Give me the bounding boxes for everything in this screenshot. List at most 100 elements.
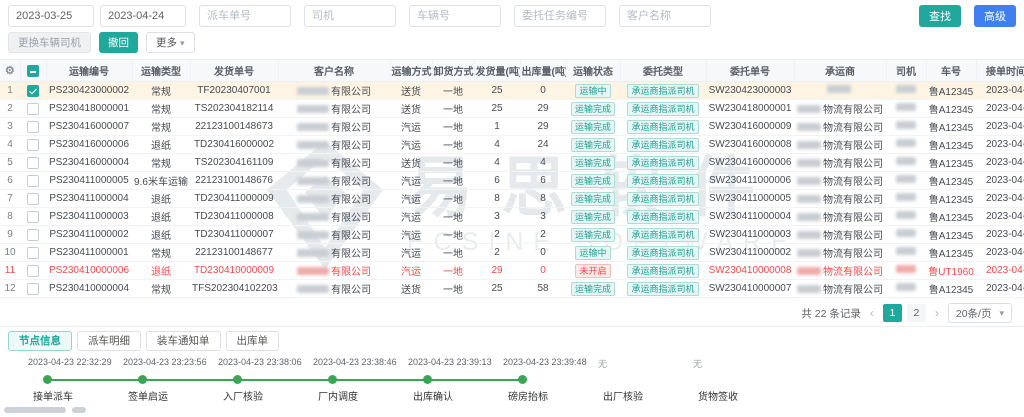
table-row[interactable]: 4PS230416000006退纸TD230416000002有限公司汽运一地4… — [0, 136, 1024, 154]
commission-type-cell: 承运商指派司机 — [620, 244, 706, 262]
redacted-text — [297, 267, 329, 275]
transport-type-cell: 常规 — [132, 244, 190, 262]
plate-no-cell: 鲁A12345 — [926, 190, 976, 208]
more-button[interactable]: 更多▾ — [146, 32, 195, 53]
table-row[interactable]: 8PS230411000003退纸TD230411000008有限公司汽运一地3… — [0, 208, 1024, 226]
row-checkbox[interactable] — [27, 265, 39, 277]
select-all-checkbox[interactable] — [27, 65, 39, 77]
accept-date-cell: 2023-04- — [976, 154, 1024, 172]
vehicle-no-input[interactable] — [409, 5, 501, 27]
timeline-step: 2023-04-23 22:32:29接单派车 — [28, 357, 128, 403]
column-header: 承运商 — [794, 60, 886, 82]
detail-tab[interactable]: 派车明细 — [77, 331, 141, 351]
table-row[interactable]: 12PS230410000004常规TFS202304102203有限公司送货一… — [0, 280, 1024, 298]
customer-name-cell: 有限公司 — [278, 154, 390, 172]
detail-tab[interactable]: 出库单 — [226, 331, 280, 351]
horizontal-scrollbar-thumb-2[interactable] — [72, 407, 86, 413]
redacted-text — [896, 121, 916, 129]
horizontal-scrollbar-thumb[interactable] — [4, 407, 66, 413]
detail-tab[interactable]: 装车通知单 — [146, 331, 221, 351]
commission-type-badge: 承运商指派司机 — [627, 84, 698, 98]
driver-cell — [886, 244, 926, 262]
page-list: 12 — [883, 304, 926, 322]
redacted-text — [797, 141, 821, 149]
withdraw-button[interactable]: 撤回 — [99, 32, 138, 53]
timeline-step-dot — [518, 375, 527, 384]
row-checkbox[interactable] — [27, 193, 39, 205]
status-badge: 未开启 — [575, 264, 610, 278]
redacted-text — [297, 159, 329, 167]
commission-type-cell: 承运商指派司机 — [620, 136, 706, 154]
driver-cell — [886, 172, 926, 190]
search-button[interactable]: 查找 — [919, 5, 961, 27]
table-row[interactable]: 6PS2304110000059.6米车运输22123100148676有限公司… — [0, 172, 1024, 190]
commission-no-cell: SW230411000005 — [706, 190, 794, 208]
transport-method-cell: 送货 — [390, 154, 432, 172]
row-checkbox[interactable] — [27, 139, 39, 151]
row-checkbox[interactable] — [27, 283, 39, 295]
table-row[interactable]: 10PS230411000001常规22123100148677有限公司汽运一地… — [0, 244, 1024, 262]
customer-name-input[interactable] — [619, 5, 711, 27]
table-row[interactable]: 5PS230416000004常规TS202304161109有限公司送货一地4… — [0, 154, 1024, 172]
end-date-input[interactable] — [100, 5, 186, 27]
customer-name-cell: 有限公司 — [278, 172, 390, 190]
page-button[interactable]: 1 — [883, 304, 902, 322]
column-settings-header[interactable]: ⚙ — [0, 60, 20, 82]
redacted-text — [797, 123, 821, 131]
page-size-select[interactable]: 20条/页 ▾ — [948, 303, 1012, 323]
ship-qty-cell: 4 — [474, 154, 520, 172]
table-row[interactable]: 11PS230410000006退纸TD230410000009有限公司汽运一地… — [0, 262, 1024, 280]
unload-method-cell: 一地 — [432, 154, 474, 172]
table-row[interactable]: 3PS230416000007常规22123100148673有限公司汽运一地1… — [0, 118, 1024, 136]
commission-type-badge: 承运商指派司机 — [627, 228, 698, 242]
prev-page-button[interactable]: ‹ — [868, 306, 876, 320]
redacted-text — [297, 195, 329, 203]
filter-bar: 查找 高级 — [0, 0, 1024, 31]
driver-cell — [886, 208, 926, 226]
advanced-button[interactable]: 高级 — [974, 5, 1016, 27]
table-row[interactable]: 7PS230411000004退纸TD230411000009有限公司汽运一地8… — [0, 190, 1024, 208]
row-checkbox[interactable] — [27, 85, 39, 97]
redacted-text — [896, 283, 916, 291]
date-range-picker — [8, 5, 186, 27]
table-row[interactable]: 1PS230423000002常规TF20230407001有限公司送货一地25… — [0, 82, 1024, 100]
dispatch-no-input[interactable] — [199, 5, 291, 27]
accept-date-cell: 2023-04- — [976, 244, 1024, 262]
pagination: 共 22 条记录 ‹ 12 › 20条/页 ▾ — [0, 299, 1024, 326]
timeline: 2023-04-23 22:32:29接单派车2023-04-23 23:23:… — [0, 355, 1024, 417]
row-checkbox[interactable] — [27, 157, 39, 169]
accept-date-cell: 2023-04- — [976, 190, 1024, 208]
timeline-step-label: 出厂核验 — [603, 388, 698, 403]
change-vehicle-driver-button[interactable]: 更换车辆司机 — [8, 32, 91, 53]
timeline-step-label: 接单派车 — [33, 388, 128, 403]
carrier-cell: 物流有限公司 — [794, 118, 886, 136]
timeline-step-label: 磅房抬标 — [508, 388, 603, 403]
start-date-input[interactable] — [8, 5, 94, 27]
out-qty-cell: 8 — [520, 190, 566, 208]
row-checkbox[interactable] — [27, 247, 39, 259]
timeline-step-time: 2023-04-23 23:38:46 — [313, 357, 413, 370]
next-page-button[interactable]: › — [933, 306, 941, 320]
page-button[interactable]: 2 — [907, 304, 926, 322]
task-no-input[interactable] — [514, 5, 606, 27]
redacted-text — [797, 285, 821, 293]
redacted-text — [827, 85, 851, 93]
unload-method-cell: 一地 — [432, 226, 474, 244]
row-checkbox[interactable] — [27, 175, 39, 187]
shipping-no-cell: 22123100148673 — [190, 118, 278, 136]
plate-no-cell: 鲁A12345 — [926, 118, 976, 136]
table-row[interactable]: 9PS230411000002退纸TD230411000007有限公司汽运一地2… — [0, 226, 1024, 244]
customer-name-cell: 有限公司 — [278, 82, 390, 100]
row-checkbox[interactable] — [27, 211, 39, 223]
driver-cell — [886, 262, 926, 280]
accept-date-cell: 2023-04- — [976, 208, 1024, 226]
driver-input[interactable] — [304, 5, 396, 27]
redacted-text — [297, 105, 329, 113]
customer-name-cell: 有限公司 — [278, 136, 390, 154]
row-checkbox[interactable] — [27, 229, 39, 241]
row-checkbox[interactable] — [27, 121, 39, 133]
detail-tab[interactable]: 节点信息 — [8, 331, 72, 351]
carrier-cell: 物流有限公司 — [794, 100, 886, 118]
row-checkbox[interactable] — [27, 103, 39, 115]
table-row[interactable]: 2PS230418000001常规TS202304182114有限公司送货一地2… — [0, 100, 1024, 118]
